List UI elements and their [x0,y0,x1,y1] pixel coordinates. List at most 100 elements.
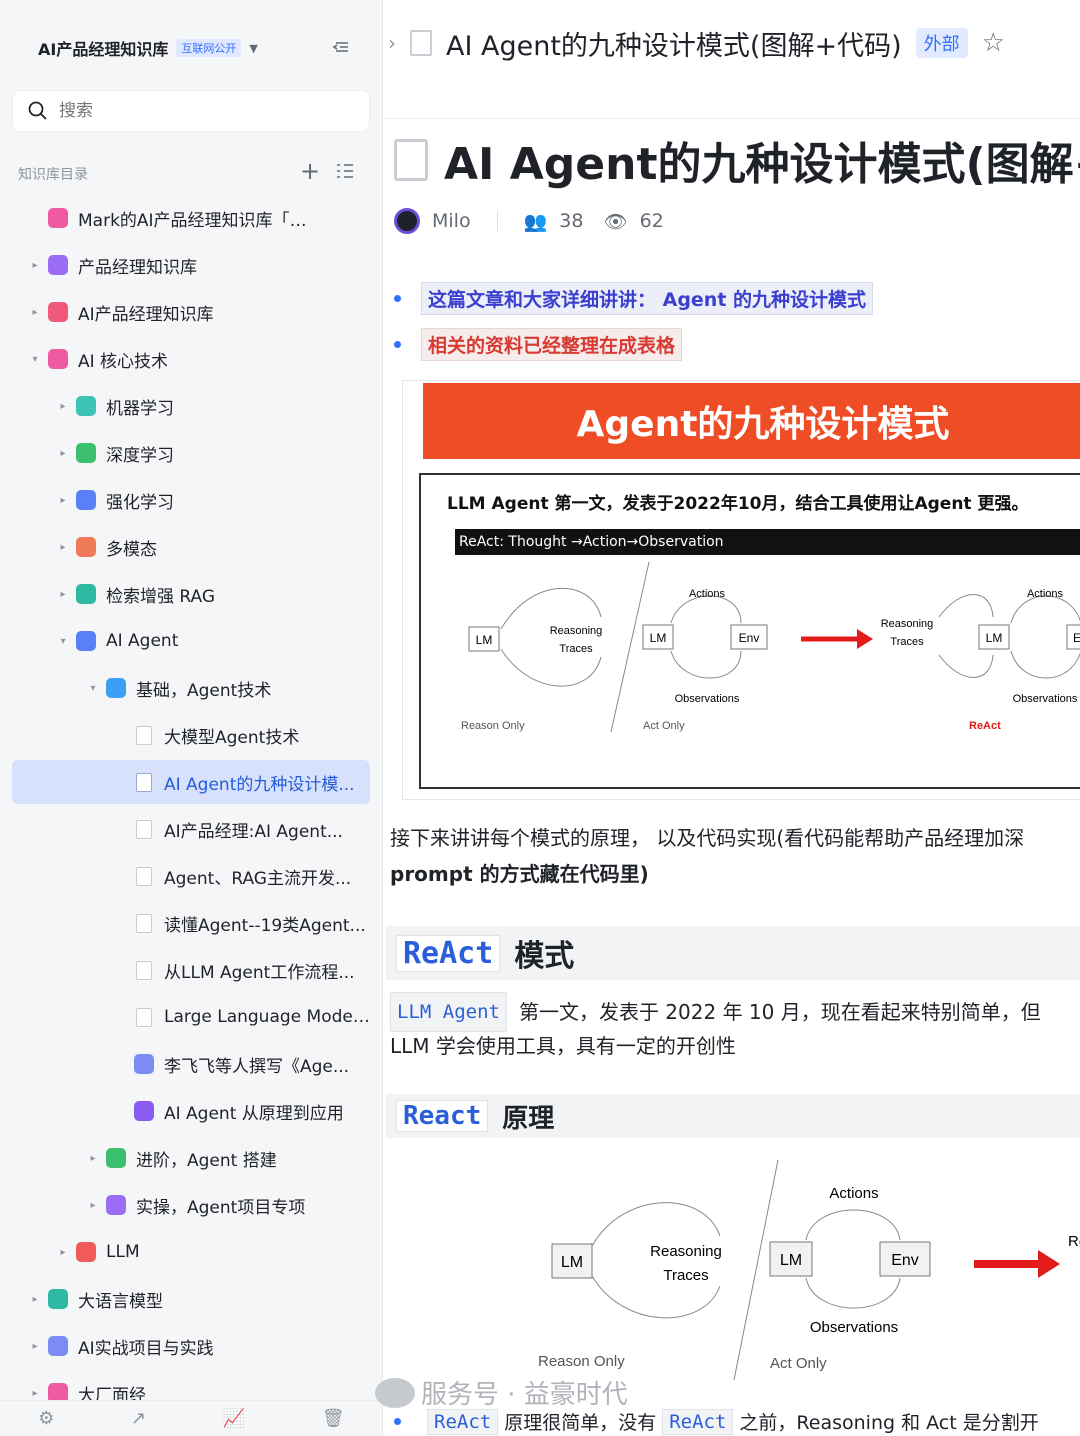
expand-sidebar-icon[interactable]: › [388,31,396,55]
tree-item[interactable]: ▸ 大语言模型 [12,1277,370,1321]
tree-item[interactable]: ▸ 多模态 [12,525,370,569]
svg-text:Reason Only: Reason Only [538,1353,625,1370]
search-box[interactable] [12,90,370,132]
tree-item[interactable]: ▸ AI实战项目与实践 [12,1324,370,1368]
svg-text:Actions: Actions [1027,588,1064,600]
heading-text: 原理 [502,1103,555,1134]
tree-item[interactable]: ▸ 检索增强 RAG [12,572,370,616]
svg-text:Reasoning: Reasoning [881,618,934,630]
section-heading: ReAct 模式 [386,926,1080,980]
tree-item-label: AI产品经理知识库 [78,304,214,325]
tree-item-label: 机器学习 [106,398,174,419]
tree-item-label: AI Agent 从原理到应用 [164,1103,344,1124]
tree-item-label: Agent、RAG主流开发... [164,868,352,889]
code-inline: React [396,1100,489,1132]
tree-item[interactable]: ▾ AI Agent [12,619,370,663]
figure-caption: LLM Agent 第一文，发表于2022年10月，结合工具使用让Agent 更… [447,494,1029,514]
document-icon [136,819,152,839]
tree-item[interactable]: ▸ 机器学习 [12,384,370,428]
caret-right-icon[interactable]: ▸ [28,307,42,318]
tree-item-label: 产品经理知识库 [78,257,197,278]
avatar[interactable] [394,208,420,234]
breadcrumb-title: AI Agent的九种设计模式(图解+代码) [446,30,902,62]
caret-right-icon[interactable]: ▸ [56,1247,70,1258]
tree-item-label: 大语言模型 [78,1291,163,1312]
folder-icon [106,1195,126,1215]
caret-right-icon[interactable]: ▸ [28,1294,42,1305]
tree-item[interactable]: ▸ 深度学习 [12,431,370,475]
react-diagram-small: LM Reasoning Traces Reason Only LM Env A… [461,561,1080,733]
caret-right-icon[interactable]: ▸ [56,589,70,600]
list-view-icon[interactable] [334,160,358,186]
svg-text:Observations: Observations [1013,693,1078,705]
paragraph: 接下来讲讲每个模式的原理， 以及代码实现(看代码能帮助产品经理加深 [390,826,1025,850]
svg-text:LM: LM [780,1252,802,1269]
tree-item[interactable]: ▸ AI产品经理知识库 [12,290,370,334]
caret-right-icon[interactable]: ▸ [56,542,70,553]
tree-item[interactable]: ▸ 实操，Agent项目专项 [12,1183,370,1227]
react-diagram-large[interactable]: LM Reasoning Traces Reason Only LM Env A… [524,1150,1080,1390]
trash-icon[interactable]: 🗑 [322,1408,345,1429]
document-icon [136,866,152,886]
folder-icon [106,678,126,698]
watermark-text: 服务号 · 益豪时代 [421,1380,628,1410]
caret-right-icon[interactable]: ▸ [28,260,42,271]
tree-item[interactable]: ▸ 进阶，Agent 搭建 [12,1136,370,1180]
tree-item[interactable]: 从LLM Agent工作流程... [12,948,370,992]
knowledge-base-switcher[interactable]: AI产品经理知识库 互联网公开 ▼ [38,36,258,60]
caret-down-icon[interactable]: ▾ [56,636,70,647]
tree-item[interactable]: AI Agent的九种设计模... [12,760,370,804]
svg-text:Reasoning: Reasoning [650,1243,722,1260]
caret-right-icon[interactable]: ▸ [28,1388,42,1399]
add-icon[interactable]: + [300,157,320,185]
folder-icon [76,1242,96,1262]
bullet-dot [394,1418,401,1425]
tree-item-label: AI 核心技术 [78,351,169,372]
svg-text:Act Only: Act Only [643,720,685,732]
paragraph: LLM Agent 第一文，发表于 2022 年 10 月，现在看起来特别简单，… [390,992,1041,1032]
tree-item[interactable]: AI Agent 从原理到应用 [12,1089,370,1133]
star-icon[interactable]: ☆ [982,28,1005,58]
tree-item[interactable]: ▸ LLM [12,1230,370,1274]
tree-item[interactable]: 读懂Agent--19类Agent... [12,901,370,945]
external-badge: 外部 [915,28,968,58]
caret-right-icon[interactable]: ▸ [28,1341,42,1352]
tree-item-label: 强化学习 [106,492,174,513]
folder-icon [76,396,96,416]
tree-item[interactable]: ▸ 产品经理知识库 [12,243,370,287]
caret-down-icon[interactable]: ▾ [86,683,100,694]
share-icon[interactable]: ↗ [131,1408,146,1429]
tree-item-label: 进阶，Agent 搭建 [136,1150,277,1171]
tree-item[interactable]: Mark的AI产品经理知识库「持续... [12,196,370,240]
caret-right-icon[interactable]: ▸ [86,1153,100,1164]
caret-right-icon[interactable]: ▸ [56,495,70,506]
caret-right-icon[interactable]: ▸ [56,448,70,459]
document-icon [136,1007,152,1027]
tree-item[interactable]: 李飞飞等人撰写《Age... [12,1042,370,1086]
tree-item[interactable]: Agent、RAG主流开发... [12,854,370,898]
author-name[interactable]: Milo [432,210,471,232]
tree-item-label: 李飞飞等人撰写《Age... [164,1056,350,1077]
settings-icon[interactable]: ⚙ [38,1408,54,1429]
svg-text:Traces: Traces [890,636,924,648]
stats-icon[interactable]: 📈 [223,1408,245,1429]
svg-text:Act Only: Act Only [770,1355,827,1372]
tree-item[interactable]: 大模型Agent技术 [12,713,370,757]
tree-item[interactable]: AI产品经理:AI Agent... [12,807,370,851]
search-input[interactable] [59,101,339,121]
caret-down-icon[interactable]: ▾ [28,354,42,365]
collapse-sidebar-icon[interactable] [330,36,352,63]
caret-right-icon[interactable]: ▸ [86,1200,100,1211]
tree-item[interactable]: ▾ 基础，Agent技术 [12,666,370,710]
chevron-down-icon: ▼ [249,41,258,55]
views-count: 62 [639,210,664,232]
tree-item[interactable]: ▸ 强化学习 [12,478,370,522]
tree-item[interactable]: Large Language Model... [12,995,370,1039]
document-icon [136,725,152,745]
tree-item[interactable]: ▾ AI 核心技术 [12,337,370,381]
figure-image[interactable]: Agent的九种设计模式 LLM Agent 第一文，发表于2022年10月，结… [402,380,1080,800]
header-divider [384,118,1080,119]
caret-right-icon[interactable]: ▸ [56,401,70,412]
tree-item-label: 深度学习 [106,445,174,466]
figure-strip: ReAct: Thought →Action→Observation [455,529,1080,555]
